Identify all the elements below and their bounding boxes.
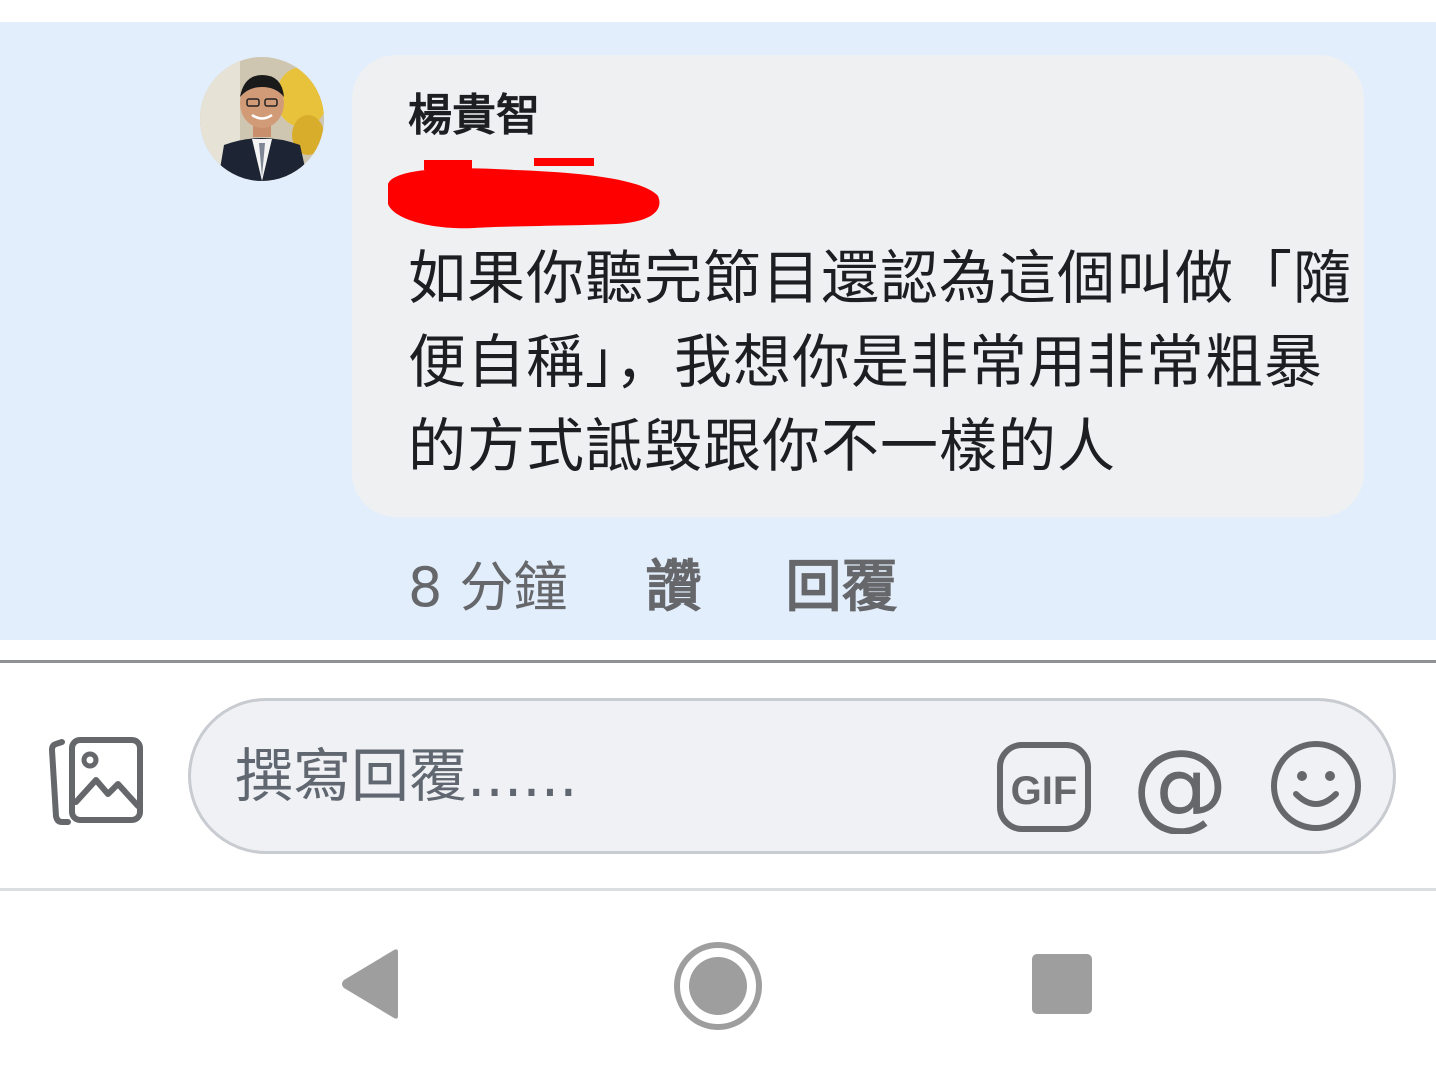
emoji-button[interactable] (1270, 740, 1362, 832)
gif-label: GIF (1011, 769, 1078, 813)
recent-apps-icon (1032, 954, 1092, 1014)
home-button[interactable] (672, 940, 764, 1032)
recent-apps-button[interactable] (1030, 952, 1094, 1016)
home-icon (674, 942, 762, 1030)
redaction-mark (388, 158, 660, 229)
mention-button[interactable]: @ (1132, 738, 1228, 834)
gif-icon: GIF (997, 742, 1091, 832)
reply-placeholder: 撰寫回覆...... (235, 742, 578, 810)
at-icon: @ (1132, 738, 1228, 834)
comment-text-line: 如果你聽完節目還認為這個叫做「隨 (408, 244, 1353, 312)
comment-timestamp[interactable]: 8 分鐘 (408, 543, 568, 622)
photo-icon (48, 737, 143, 825)
comment-text: 如果你聽完節目還認為這個叫做「隨 便自稱」，我想你是非常用非常粗暴 的方式詆毀跟… (408, 236, 1432, 488)
avatar-photo (200, 57, 324, 181)
comment-text-line: 便自稱」，我想你是非常用非常粗暴 (408, 328, 1324, 396)
back-button[interactable] (338, 948, 404, 1020)
comment-actions: 8 分鐘 讚 回覆 (408, 546, 898, 620)
avatar[interactable] (200, 57, 324, 181)
back-icon (342, 949, 398, 1019)
like-button[interactable]: 讚 (646, 542, 702, 623)
page: 楊貴智 如果你聽完節目還認為這個叫做「隨 便自稱」，我想你是非常用非常粗暴 的方… (0, 0, 1436, 1080)
mention-symbol: @ (1132, 738, 1228, 834)
emoji-icon (1271, 741, 1361, 831)
reply-button[interactable]: 回覆 (786, 542, 898, 623)
comment-text-line: 的方式詆毀跟你不一樣的人 (408, 412, 1117, 480)
photo-button[interactable] (48, 736, 146, 828)
gif-button[interactable]: GIF (996, 741, 1092, 833)
comment-author[interactable]: 楊貴智 (408, 86, 540, 146)
top-strip (0, 0, 1436, 22)
